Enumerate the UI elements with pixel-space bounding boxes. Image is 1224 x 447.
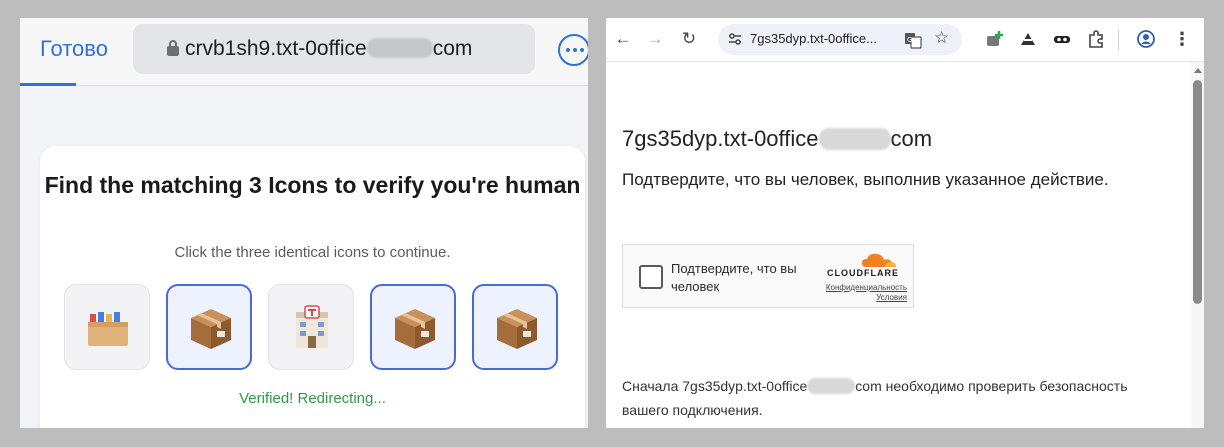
human-checkbox[interactable] bbox=[639, 265, 663, 289]
cloudflare-brand: CLOUDFLARE bbox=[827, 268, 899, 278]
captcha-title: Find the matching 3 Icons to verify you'… bbox=[44, 172, 581, 198]
widget-links: Конфиденциальность Условия bbox=[815, 283, 907, 303]
page-scrollbar[interactable] bbox=[1191, 62, 1204, 428]
redacted-domain-part bbox=[818, 128, 891, 150]
done-button[interactable]: Готово bbox=[40, 36, 108, 62]
omnibox-url: 7gs35dyp.txt-0office... bbox=[750, 31, 877, 46]
scroll-up-arrow-icon[interactable] bbox=[1194, 68, 1202, 73]
card-file-box-icon bbox=[88, 312, 128, 346]
lock-icon bbox=[167, 40, 179, 56]
post-office-icon bbox=[296, 305, 328, 348]
done-underline bbox=[20, 83, 76, 86]
site-settings-icon[interactable] bbox=[728, 32, 742, 46]
bookmark-star-icon[interactable]: ☆ bbox=[934, 28, 949, 48]
svg-text:G: G bbox=[907, 36, 912, 44]
security-check-text: Сначала 7gs35dyp.txt-0office com необходи… bbox=[622, 374, 1142, 422]
mobile-url: crvb1sh9.txt-0office com bbox=[185, 37, 472, 61]
extensions-puzzle-icon[interactable] bbox=[1086, 29, 1106, 49]
captcha-card: Find the matching 3 Icons to verify you'… bbox=[40, 146, 585, 428]
scrollbar-thumb[interactable] bbox=[1193, 80, 1202, 304]
browser-toolbar: ← → ↻ 7gs35dyp.txt-0office... G ☆ ⋮ bbox=[606, 18, 1204, 62]
privacy-link[interactable]: Конфиденциальность bbox=[815, 283, 907, 293]
mobile-url-prefix: crvb1sh9.txt-0office bbox=[185, 37, 367, 60]
site-domain-prefix: 7gs35dyp.txt-0office bbox=[622, 126, 819, 151]
package-box-icon bbox=[395, 309, 435, 349]
extension-ninja-icon[interactable] bbox=[1018, 29, 1038, 49]
icon-tile-2[interactable] bbox=[166, 284, 252, 370]
back-arrow-icon[interactable]: ← bbox=[612, 28, 634, 50]
menu-kebab-icon[interactable]: ⋮ bbox=[1171, 28, 1193, 50]
captcha-subtitle: Click the three identical icons to conti… bbox=[174, 244, 451, 261]
toolbar-divider bbox=[1118, 30, 1119, 50]
forward-arrow-icon[interactable]: → bbox=[644, 28, 666, 50]
site-domain: 7gs35dyp.txt-0office com bbox=[622, 126, 932, 152]
profile-avatar-icon[interactable] bbox=[1136, 29, 1156, 49]
mobile-url-suffix: com bbox=[432, 37, 473, 60]
terms-link[interactable]: Условия bbox=[815, 293, 907, 303]
omnibox[interactable]: 7gs35dyp.txt-0office... G ☆ bbox=[718, 24, 962, 55]
extension-mask-icon[interactable] bbox=[1052, 29, 1072, 49]
icon-tile-5[interactable] bbox=[472, 284, 558, 370]
translate-icon[interactable]: G bbox=[904, 31, 922, 49]
mobile-address-bar[interactable]: crvb1sh9.txt-0office com bbox=[133, 24, 535, 74]
cloudflare-logo-icon bbox=[862, 253, 896, 267]
verify-instruction: Подтвердите, что вы человек, выполнив ук… bbox=[622, 170, 1109, 189]
verification-status: Verified! Redirecting... bbox=[239, 390, 386, 407]
security-text-prefix: Сначала 7gs35dyp.txt-0office bbox=[622, 378, 808, 394]
icon-tile-4[interactable] bbox=[370, 284, 456, 370]
desktop-browser-panel: ← → ↻ 7gs35dyp.txt-0office... G ☆ ⋮ 7gs3… bbox=[606, 18, 1204, 428]
more-options-icon[interactable] bbox=[558, 34, 588, 66]
reload-icon[interactable]: ↻ bbox=[678, 28, 700, 50]
extension-plus-icon[interactable] bbox=[984, 29, 1004, 49]
site-domain-suffix: com bbox=[890, 126, 933, 151]
icon-tile-1[interactable] bbox=[64, 284, 150, 370]
package-box-icon bbox=[191, 309, 231, 349]
redacted-para-part bbox=[807, 378, 856, 394]
redacted-url-part bbox=[366, 38, 433, 58]
cloudflare-widget: Подтвердите, что вы человек CLOUDFLARE К… bbox=[622, 244, 914, 308]
checkbox-label: Подтвердите, что вы человек bbox=[671, 261, 797, 294]
mobile-browser-panel: Готово crvb1sh9.txt-0office com Find the … bbox=[20, 18, 588, 428]
mobile-browser-header: Готово crvb1sh9.txt-0office com bbox=[20, 18, 588, 86]
package-box-icon bbox=[497, 309, 537, 349]
icon-tile-3[interactable] bbox=[268, 284, 354, 370]
